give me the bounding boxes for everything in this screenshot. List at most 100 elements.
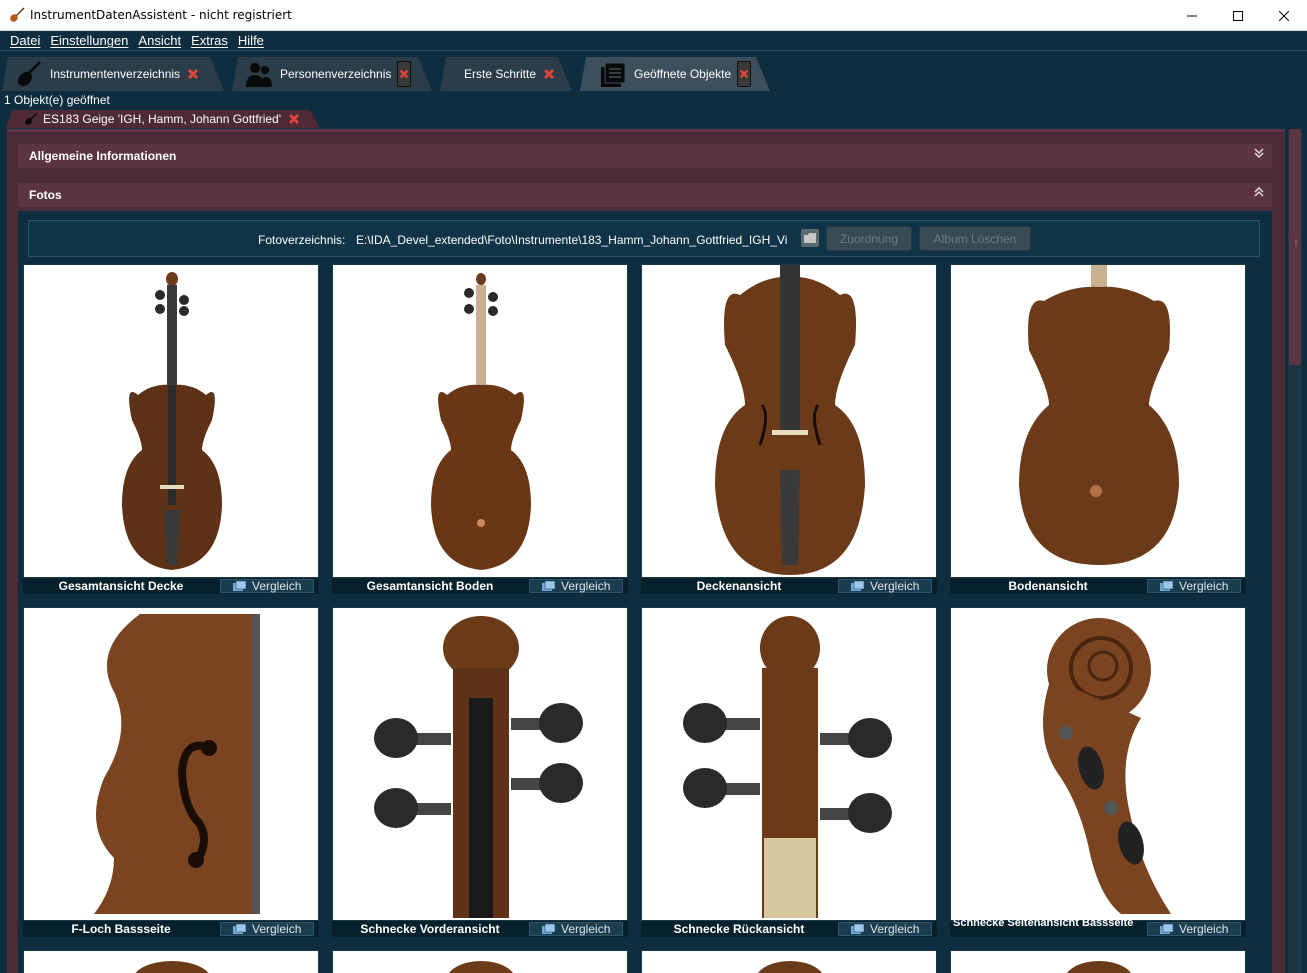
photo-thumbnail[interactable] bbox=[332, 607, 628, 921]
documents-icon bbox=[598, 59, 628, 89]
compare-button[interactable]: Vergleich bbox=[529, 579, 623, 593]
section-title: Fotos bbox=[29, 188, 62, 202]
tab-label: Personenverzeichnis bbox=[280, 67, 392, 81]
photo-card[interactable] bbox=[332, 950, 628, 973]
violin-app-icon bbox=[10, 7, 25, 22]
maximize-icon bbox=[1233, 10, 1243, 21]
photo-thumbnail[interactable] bbox=[23, 607, 319, 921]
photo-thumbnail[interactable] bbox=[950, 607, 1246, 921]
close-tab-icon[interactable] bbox=[397, 61, 411, 87]
compare-button[interactable]: Vergleich bbox=[1147, 579, 1241, 593]
photo-caption-bar: Gesamtansicht Decke Vergleich bbox=[23, 578, 319, 594]
photo-card[interactable] bbox=[23, 950, 319, 973]
compare-icon bbox=[1160, 924, 1174, 934]
scrollbar-grip-icon: ⋮ ⋮ bbox=[1292, 236, 1300, 249]
compare-button[interactable]: Vergleich bbox=[838, 579, 932, 593]
compare-icon bbox=[233, 581, 247, 591]
compare-button[interactable]: Vergleich bbox=[838, 922, 932, 936]
menu-einstellungen[interactable]: Einstellungen bbox=[45, 33, 133, 48]
scrollbar-thumb[interactable]: ⋮ ⋮ bbox=[1289, 129, 1301, 365]
scrollbar-track[interactable]: ⋮ ⋮ bbox=[1288, 129, 1302, 973]
photo-caption-bar: Gesamtansicht Boden Vergleich bbox=[332, 578, 628, 594]
section-fotos[interactable]: Fotos bbox=[18, 183, 1272, 207]
photo-thumbnail[interactable] bbox=[23, 950, 319, 973]
photo-card[interactable] bbox=[641, 950, 937, 973]
vertical-scrollbar[interactable]: ⋮ ⋮ bbox=[1285, 129, 1307, 973]
section-allgemeine-informationen[interactable]: Allgemeine Informationen bbox=[18, 144, 1272, 168]
main-tab-bar: Instrumentenverzeichnis Personenverzeich… bbox=[0, 55, 1307, 91]
tab-label: Instrumentenverzeichnis bbox=[50, 67, 181, 81]
photo-card[interactable]: Gesamtansicht Boden Vergleich bbox=[332, 264, 628, 594]
menu-datei[interactable]: Datei bbox=[5, 33, 45, 48]
compare-label: Vergleich bbox=[870, 922, 920, 936]
photo-card[interactable]: Gesamtansicht Decke Vergleich bbox=[23, 264, 319, 594]
close-tab-icon[interactable] bbox=[287, 113, 300, 126]
photo-caption-bar: Schnecke Seitenansicht Bassseite Verglei… bbox=[950, 917, 1246, 937]
menu-bar: Datei Einstellungen Ansicht Extras Hilfe bbox=[0, 31, 1307, 51]
photo-caption: Gesamtansicht Decke bbox=[58, 579, 184, 593]
photo-thumbnail[interactable] bbox=[332, 950, 628, 973]
compare-icon bbox=[542, 924, 556, 934]
compare-button[interactable]: Vergleich bbox=[220, 922, 314, 936]
tab-geoeffnete-objekte[interactable]: Geöffnete Objekte bbox=[580, 57, 770, 91]
photo-card[interactable]: Schnecke Seitenansicht Bassseite Verglei… bbox=[950, 607, 1246, 937]
close-tab-icon[interactable] bbox=[542, 68, 555, 81]
tab-personenverzeichnis[interactable]: Personenverzeichnis bbox=[232, 57, 432, 91]
photo-card[interactable]: Schnecke Rückansicht Vergleich bbox=[641, 607, 937, 937]
photo-thumbnail[interactable] bbox=[641, 607, 937, 921]
browse-folder-button[interactable] bbox=[801, 229, 819, 247]
tab-erste-schritte[interactable]: Erste Schritte bbox=[440, 57, 572, 91]
delete-album-button[interactable]: Album Löschen bbox=[919, 226, 1031, 251]
close-tab-icon[interactable] bbox=[737, 61, 751, 87]
compare-icon bbox=[233, 924, 247, 934]
tab-instrumentenverzeichnis[interactable]: Instrumentenverzeichnis bbox=[2, 57, 224, 91]
close-window-button[interactable] bbox=[1261, 0, 1307, 31]
maximize-button[interactable] bbox=[1215, 0, 1261, 31]
photo-thumbnail[interactable] bbox=[950, 950, 1246, 973]
object-content: Allgemeine Informationen Fotos Fotoverze… bbox=[7, 129, 1285, 973]
photo-directory-path: E:\IDA_Devel_extended\Foto\Instrumente\1… bbox=[356, 233, 788, 247]
photo-directory-label: Fotoverzeichnis: bbox=[258, 233, 346, 247]
photo-card[interactable]: Deckenansicht Vergleich bbox=[641, 264, 937, 594]
object-tab[interactable]: ES183 Geige 'IGH, Hamm, Johann Gottfried… bbox=[6, 110, 320, 128]
photo-card[interactable]: Schnecke Vorderansicht Vergleich bbox=[332, 607, 628, 937]
close-icon bbox=[1279, 10, 1289, 21]
compare-button[interactable]: Vergleich bbox=[220, 579, 314, 593]
persons-icon bbox=[244, 59, 274, 89]
photo-caption: F-Loch Bassseite bbox=[71, 922, 171, 936]
violin-icon bbox=[14, 59, 44, 89]
compare-icon bbox=[542, 581, 556, 591]
photo-thumbnail[interactable] bbox=[641, 264, 937, 578]
menu-extras[interactable]: Extras bbox=[186, 33, 233, 48]
photo-thumbnail[interactable] bbox=[641, 950, 937, 973]
photo-caption: Bodenansicht bbox=[1008, 579, 1088, 593]
close-tab-icon[interactable] bbox=[186, 68, 199, 81]
photo-thumbnail[interactable] bbox=[332, 264, 628, 578]
menu-ansicht[interactable]: Ansicht bbox=[133, 33, 186, 48]
fotos-panel: Fotoverzeichnis: E:\IDA_Devel_extended\F… bbox=[18, 211, 1272, 973]
photo-card[interactable]: F-Loch Bassseite Vergleich bbox=[23, 607, 319, 937]
photo-caption: Schnecke Seitenansicht Bassseite bbox=[953, 917, 1134, 929]
title-bar: InstrumentDatenAssistent - nicht registr… bbox=[0, 0, 1307, 31]
menu-hilfe[interactable]: Hilfe bbox=[233, 33, 269, 48]
minimize-icon bbox=[1187, 15, 1197, 16]
photo-caption: Gesamtansicht Boden bbox=[366, 579, 494, 593]
photo-card[interactable] bbox=[950, 950, 1246, 973]
compare-label: Vergleich bbox=[870, 579, 920, 593]
assign-button[interactable]: Zuordnung bbox=[826, 226, 912, 251]
tab-label: Geöffnete Objekte bbox=[634, 67, 732, 81]
compare-label: Vergleich bbox=[252, 922, 302, 936]
photo-caption-bar: Schnecke Rückansicht Vergleich bbox=[641, 921, 937, 937]
compare-button[interactable]: Vergleich bbox=[1147, 922, 1241, 936]
compare-icon bbox=[1160, 581, 1174, 591]
photo-directory-bar: Fotoverzeichnis: E:\IDA_Devel_extended\F… bbox=[28, 220, 1260, 257]
minimize-button[interactable] bbox=[1169, 0, 1215, 31]
photo-caption-bar: F-Loch Bassseite Vergleich bbox=[23, 921, 319, 937]
object-tab-label: ES183 Geige 'IGH, Hamm, Johann Gottfried… bbox=[43, 112, 282, 126]
photo-card[interactable]: Bodenansicht Vergleich bbox=[950, 264, 1246, 594]
compare-label: Vergleich bbox=[1179, 922, 1229, 936]
compare-label: Vergleich bbox=[561, 579, 611, 593]
compare-button[interactable]: Vergleich bbox=[529, 922, 623, 936]
photo-thumbnail[interactable] bbox=[23, 264, 319, 578]
photo-thumbnail[interactable] bbox=[950, 264, 1246, 578]
